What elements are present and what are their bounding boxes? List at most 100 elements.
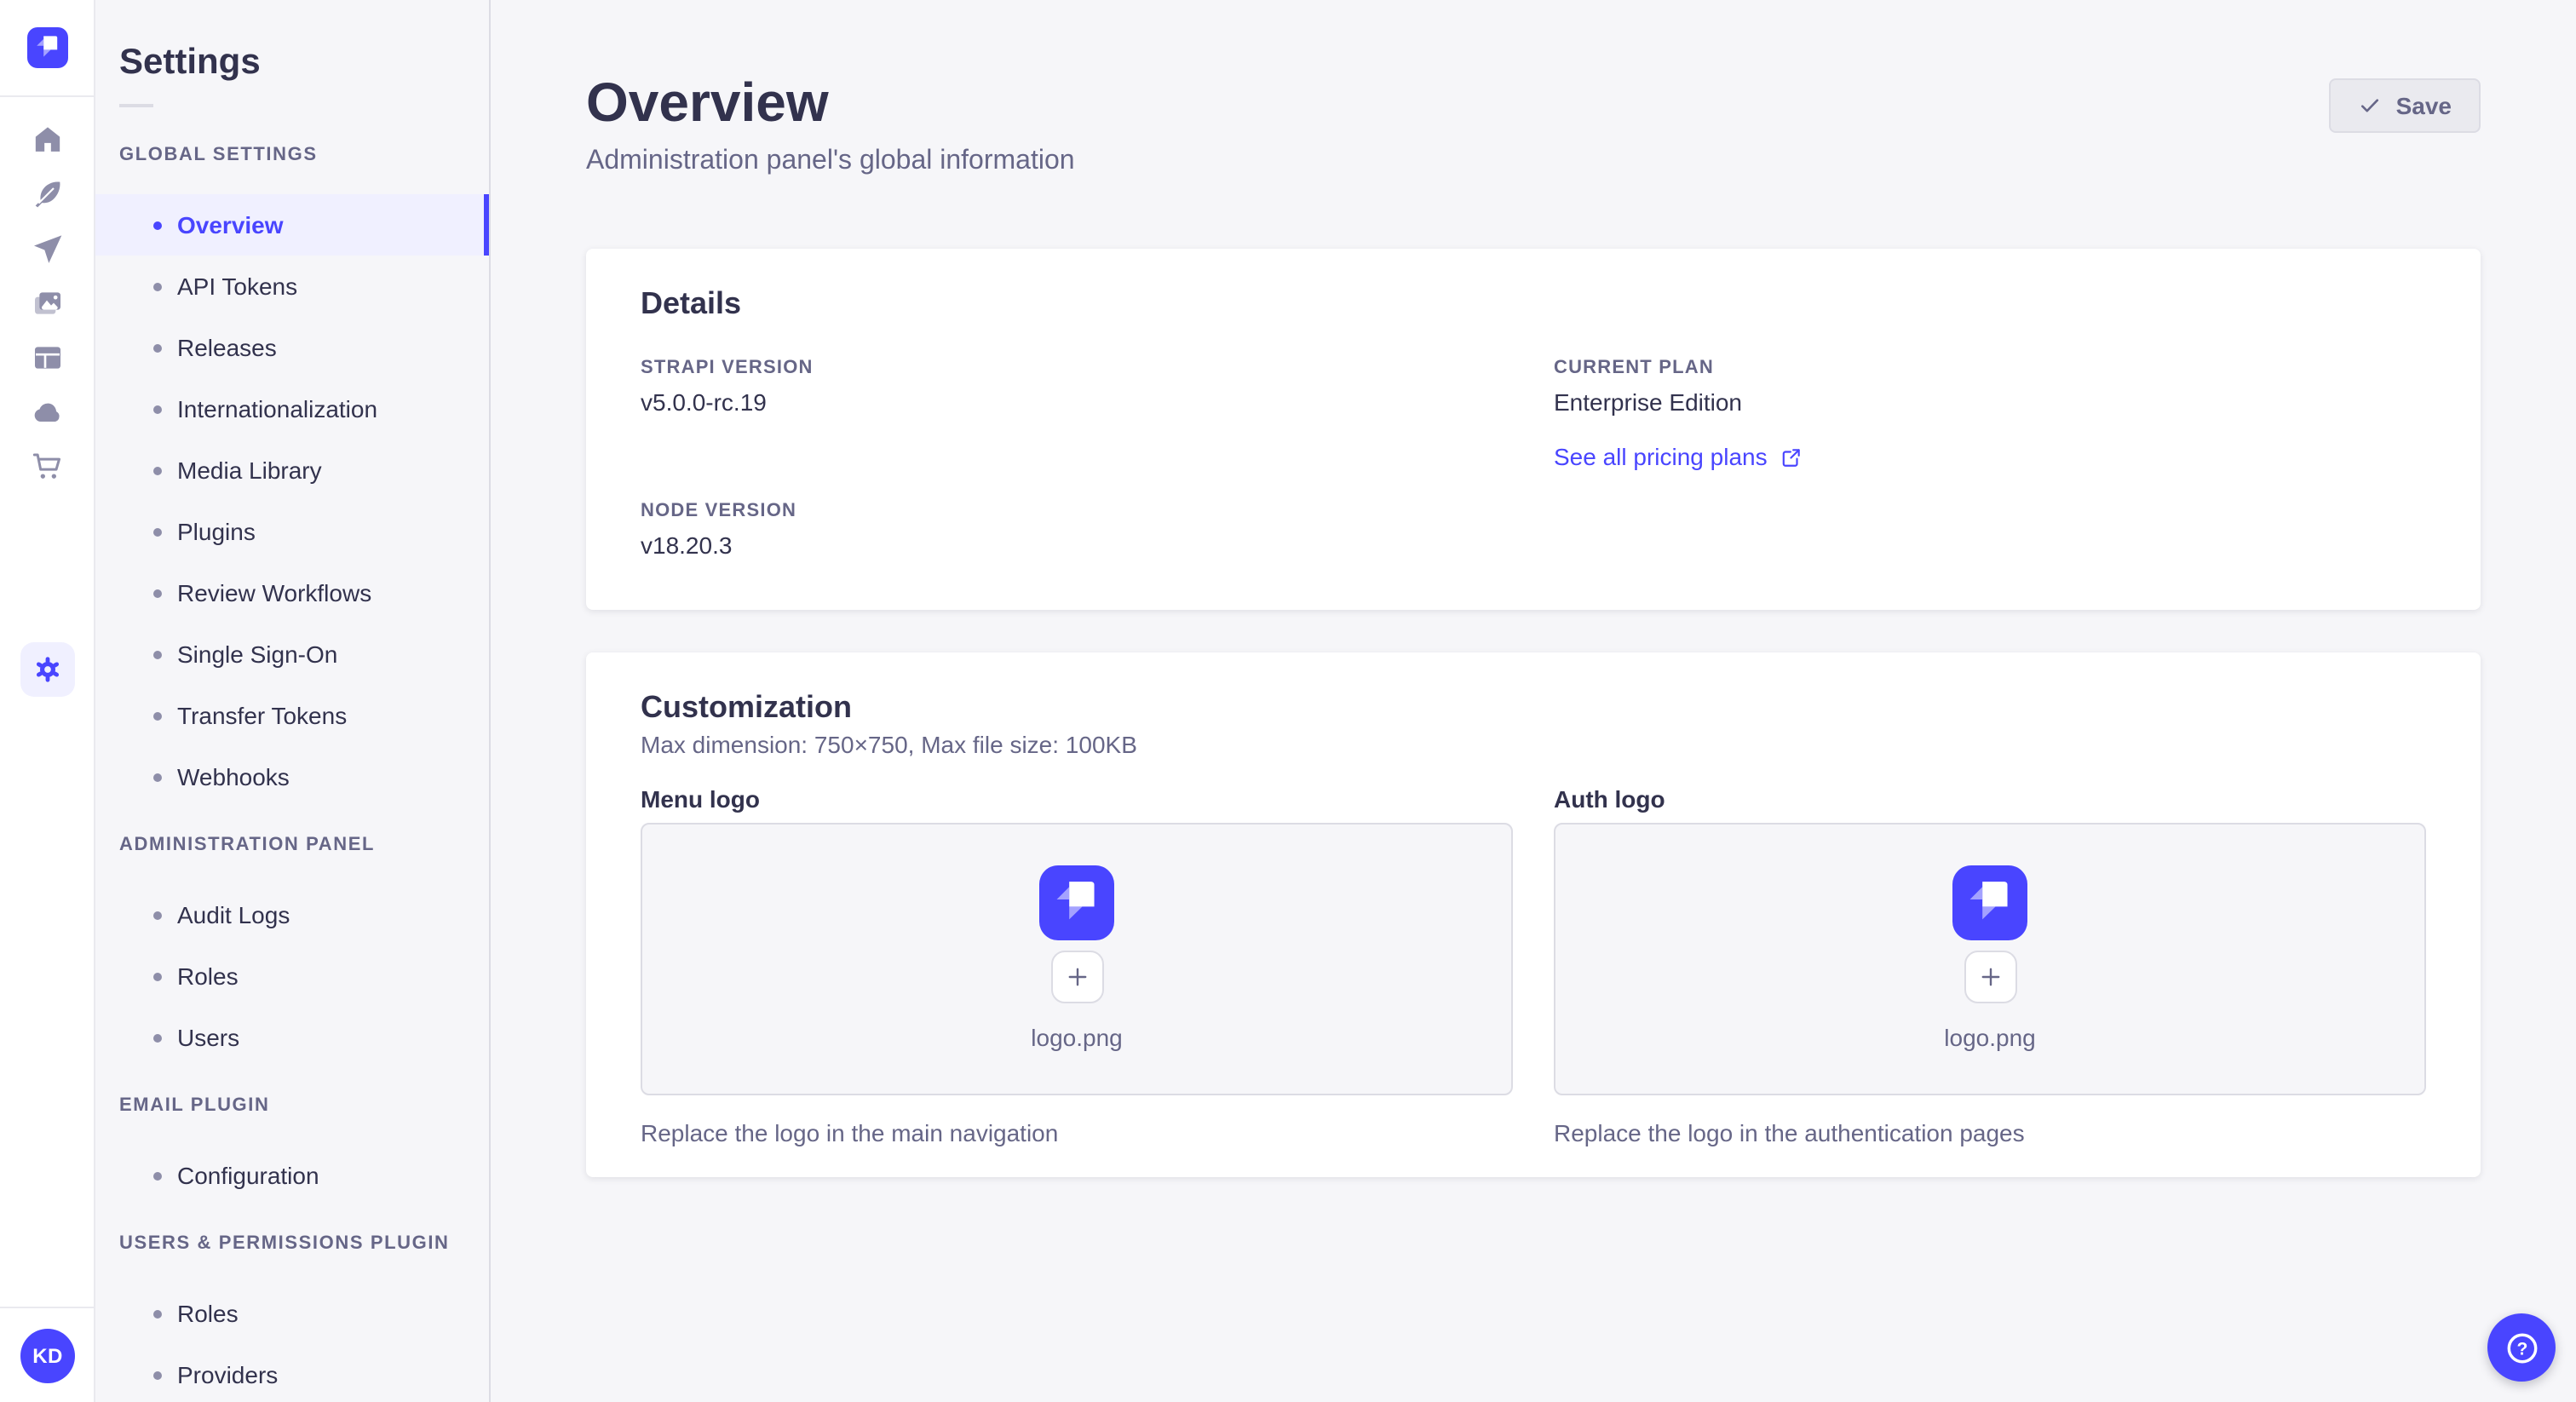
nav-item-transfer-tokens[interactable]: Transfer Tokens: [95, 685, 489, 746]
pricing-plans-link[interactable]: See all pricing plans: [1554, 440, 1803, 474]
menu-logo-field: Menu logo logo.png Replace the logo in t…: [641, 782, 1513, 1150]
nav-item-email-configuration[interactable]: Configuration: [95, 1145, 489, 1206]
title-divider: [119, 104, 153, 107]
plus-icon: [1067, 967, 1086, 985]
rail-footer: KD: [0, 1307, 94, 1402]
nav-item-media-library[interactable]: Media Library: [95, 440, 489, 501]
customization-title: Customization: [641, 690, 852, 724]
bullet-icon: [153, 711, 162, 720]
administration-panel-items: Audit Logs Roles Users: [95, 884, 489, 1068]
bullet-icon: [153, 1171, 162, 1180]
section-label-global-settings: GLOBAL SETTINGS: [119, 145, 318, 165]
page-header: Overview Administration panel's global i…: [586, 68, 2481, 179]
auth-logo-field: Auth logo logo.png Replace the logo in t…: [1554, 782, 2426, 1150]
current-plan-field: CURRENT PLAN Enterprise Edition See all …: [1554, 354, 2426, 474]
current-plan-label: CURRENT PLAN: [1554, 358, 1714, 378]
menu-logo-caption: Replace the logo in the main navigation: [641, 1119, 1059, 1146]
feather-icon[interactable]: [20, 167, 74, 221]
help-button[interactable]: ?: [2487, 1313, 2556, 1382]
node-version-label: NODE VERSION: [641, 501, 797, 521]
strapi-version-value: v5.0.0-rc.19: [641, 388, 767, 416]
bullet-icon: [153, 221, 162, 229]
plus-icon: [1981, 967, 1999, 985]
nav-item-admin-users[interactable]: Users: [95, 1007, 489, 1068]
external-link-icon: [1783, 448, 1801, 466]
bullet-icon: [153, 589, 162, 597]
nav-item-internationalization[interactable]: Internationalization: [95, 378, 489, 440]
bullet-icon: [153, 773, 162, 781]
layout-icon[interactable]: [20, 330, 74, 385]
node-version-field: NODE VERSION v18.20.3: [641, 497, 1513, 562]
customization-subtitle: Max dimension: 750×750, Max file size: 1…: [641, 731, 1137, 758]
auth-logo-label: Auth logo: [1554, 785, 1665, 813]
bullet-icon: [153, 1033, 162, 1042]
pictures-icon[interactable]: [20, 276, 74, 330]
nav-item-webhooks[interactable]: Webhooks: [95, 746, 489, 807]
details-card: Details STRAPI VERSION v5.0.0-rc.19 CURR…: [586, 249, 2481, 610]
bullet-icon: [153, 343, 162, 352]
section-label-users-permissions-plugin: USERS & PERMISSIONS PLUGIN: [119, 1233, 450, 1254]
bullet-icon: [153, 972, 162, 980]
bullet-icon: [153, 1370, 162, 1379]
nav-item-audit-logs[interactable]: Audit Logs: [95, 884, 489, 945]
auth-logo-upload-box[interactable]: logo.png: [1554, 823, 2426, 1095]
cloud-icon[interactable]: [20, 385, 74, 440]
check-icon: [2361, 99, 2379, 112]
bullet-icon: [153, 650, 162, 658]
strapi-logo[interactable]: [26, 27, 67, 68]
svg-text:?: ?: [2516, 1338, 2527, 1358]
avatar[interactable]: KD: [20, 1328, 75, 1382]
home-icon[interactable]: [20, 112, 74, 167]
nav-item-admin-roles[interactable]: Roles: [95, 945, 489, 1007]
strapi-logo-preview: [1952, 865, 2027, 939]
nav-item-plugins[interactable]: Plugins: [95, 501, 489, 562]
strapi-version-label: STRAPI VERSION: [641, 358, 814, 378]
current-plan-value: Enterprise Edition: [1554, 388, 1743, 416]
section-label-administration-panel: ADMINISTRATION PANEL: [119, 835, 376, 855]
menu-logo-label: Menu logo: [641, 785, 760, 813]
gear-icon[interactable]: [20, 642, 74, 697]
users-permissions-items: Roles Providers: [95, 1283, 489, 1402]
nav-item-single-sign-on[interactable]: Single Sign-On: [95, 623, 489, 685]
page-subtitle: Administration panel's global informatio…: [586, 147, 1075, 175]
bullet-icon: [153, 911, 162, 919]
auth-logo-filename: logo.png: [1944, 1023, 2036, 1050]
bullet-icon: [153, 1309, 162, 1318]
bullet-icon: [153, 527, 162, 536]
global-settings-items: Overview API Tokens Releases Internation…: [95, 194, 489, 807]
nav-item-api-tokens[interactable]: API Tokens: [95, 256, 489, 317]
bullet-icon: [153, 282, 162, 290]
paper-plane-icon[interactable]: [20, 221, 74, 276]
nav-item-releases[interactable]: Releases: [95, 317, 489, 378]
menu-logo-filename: logo.png: [1031, 1023, 1123, 1050]
details-title: Details: [641, 286, 742, 320]
customization-card: Customization Max dimension: 750×750, Ma…: [586, 652, 2481, 1177]
nav-item-up-providers[interactable]: Providers: [95, 1344, 489, 1402]
subnav-title: Settings: [119, 43, 261, 82]
node-version-value: v18.20.3: [641, 531, 733, 559]
main-nav-rail: KD: [0, 0, 95, 1402]
strapi-admin-app: KD Settings GLOBAL SETTINGS Overview API…: [0, 0, 2576, 1402]
nav-item-overview[interactable]: Overview: [95, 194, 489, 256]
strapi-version-field: STRAPI VERSION v5.0.0-rc.19: [641, 354, 1513, 474]
rail-icon-list: [20, 97, 74, 697]
nav-item-review-workflows[interactable]: Review Workflows: [95, 562, 489, 623]
page-title: Overview: [586, 72, 829, 133]
main-content: Overview Administration panel's global i…: [491, 0, 2576, 1402]
details-grid: STRAPI VERSION v5.0.0-rc.19 CURRENT PLAN…: [641, 354, 2426, 562]
add-logo-button[interactable]: [1050, 950, 1103, 1003]
logo-grid: Menu logo logo.png Replace the logo in t…: [641, 782, 2426, 1150]
auth-logo-caption: Replace the logo in the authentication p…: [1554, 1119, 2025, 1146]
strapi-logo-preview: [1039, 865, 1114, 939]
bullet-icon: [153, 405, 162, 413]
question-mark-icon: ?: [2506, 1332, 2537, 1363]
section-label-email-plugin: EMAIL PLUGIN: [119, 1095, 270, 1116]
menu-logo-upload-box[interactable]: logo.png: [641, 823, 1513, 1095]
bullet-icon: [153, 466, 162, 474]
settings-subnav: Settings GLOBAL SETTINGS Overview API To…: [95, 0, 491, 1402]
email-plugin-items: Configuration: [95, 1145, 489, 1206]
nav-item-up-roles[interactable]: Roles: [95, 1283, 489, 1344]
add-logo-button[interactable]: [1964, 950, 2016, 1003]
save-button[interactable]: Save: [2329, 78, 2481, 133]
cart-icon[interactable]: [20, 440, 74, 494]
